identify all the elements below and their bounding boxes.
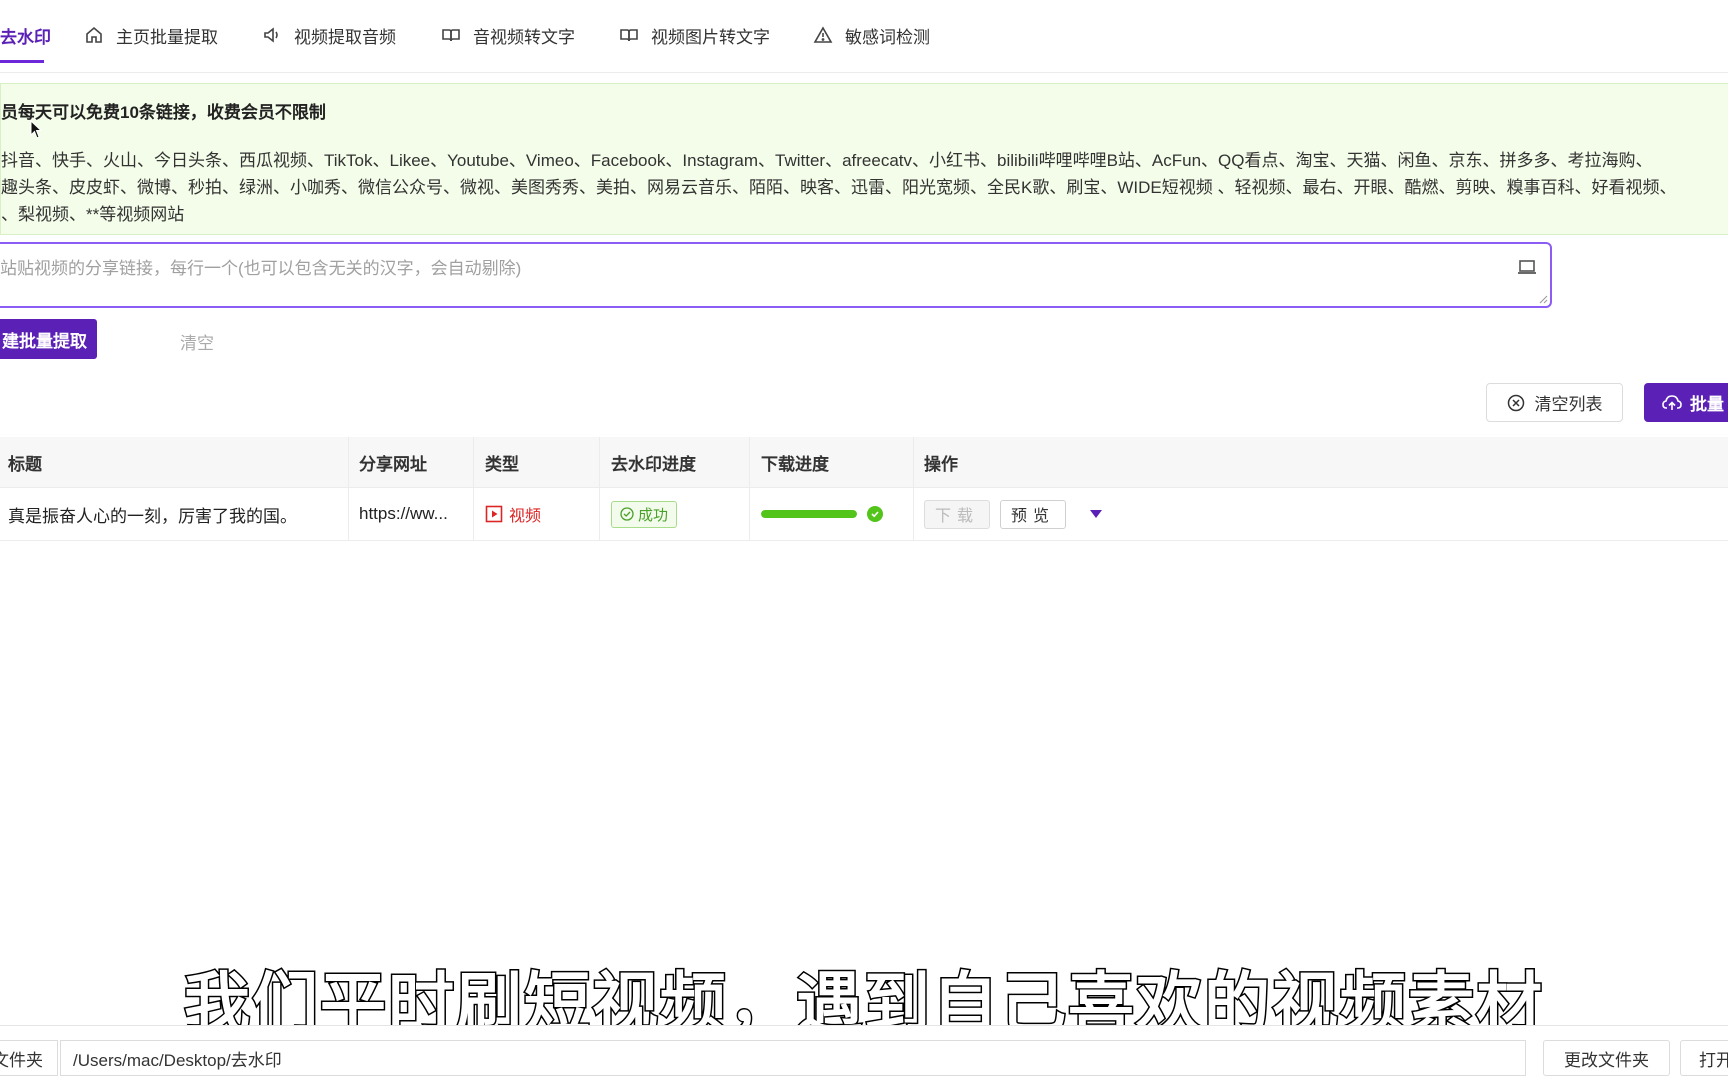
download-progress-fill [761, 510, 857, 518]
check-circle-icon [620, 507, 634, 521]
row-url[interactable]: https://ww... [359, 488, 469, 540]
type-label: 视频 [509, 508, 542, 525]
col-header-url: 分享网址 [359, 454, 427, 474]
tab-image-to-text[interactable]: 视频图片转文字 [619, 22, 770, 48]
status-label: 成功 [638, 506, 669, 524]
warning-icon [813, 26, 833, 43]
notice-line: 趣头条、皮皮虾、微博、秒拍、绿洲、小咖秀、微信公众号、微视、美图秀秀、美拍、网易… [1, 178, 1677, 197]
table-row: 真是振奋人心的一刻，厉害了我的国。 https://ww... 视频 成功 下载… [0, 488, 1728, 541]
clear-list-label: 清空列表 [1534, 395, 1603, 414]
home-icon [86, 26, 102, 43]
change-folder-button[interactable]: 更改文件夹 [1543, 1040, 1670, 1076]
table-header: 标题 分享网址 类型 去水印进度 下载进度 操作 [0, 437, 1728, 488]
preview-button[interactable]: 预览 [1000, 499, 1067, 529]
batch-extract-label: 建批量提取 [2, 331, 87, 351]
tab-homepage-batch[interactable]: 主页批量提取 [84, 22, 218, 48]
status-badge: 成功 [611, 500, 678, 528]
result-table: 标题 分享网址 类型 去水印进度 下载进度 操作 真是振奋人心的一刻，厉害了我的… [0, 437, 1728, 541]
clear-list-button[interactable]: 清空列表 [1486, 383, 1623, 422]
video-play-icon [485, 505, 503, 523]
batch-download-button[interactable]: 批量 [1644, 383, 1728, 422]
download-button-label: 下载 [935, 508, 980, 525]
folder-path-field[interactable]: /Users/mac/Desktop/去水印 [60, 1040, 1526, 1076]
active-tab-indicator [0, 60, 44, 63]
col-header-watermark-progress: 去水印进度 [611, 454, 696, 474]
type-badge: 视频 [485, 502, 541, 526]
row-title: 真是振奋人心的一刻，厉害了我的国。 [8, 506, 297, 526]
tab-av-to-text[interactable]: 音视频转文字 [441, 22, 575, 48]
tab-bar: 去水印 主页批量提取 视频提取音频 音视频转文字 视频图片转文字 敏感词检测 [0, 0, 1728, 73]
batch-label: 批量 [1690, 395, 1724, 414]
notice-line: 抖音、快手、火山、今日头条、西瓜视频、TikTok、Likee、Youtube、… [1, 151, 1653, 170]
footer-bar: 文件夹 /Users/mac/Desktop/去水印 更改文件夹 打开 [0, 1025, 1728, 1081]
col-header-actions: 操作 [924, 454, 958, 474]
link-input[interactable] [0, 244, 1500, 316]
row-type: 视频 [485, 488, 595, 540]
row-download-progress [761, 488, 901, 540]
close-circle-icon [1507, 394, 1524, 411]
tab-label: 主页批量提取 [116, 27, 218, 47]
tab-sensitive-words[interactable]: 敏感词检测 [813, 22, 930, 48]
preview-button-label: 预览 [1011, 508, 1056, 525]
mouse-cursor-icon [30, 120, 43, 139]
tab-label: 音视频转文字 [473, 27, 575, 47]
batch-extract-button[interactable]: 建批量提取 [0, 319, 97, 359]
link-input-box [0, 242, 1552, 316]
book-icon [620, 29, 638, 42]
col-header-download-progress: 下载进度 [761, 454, 829, 474]
more-actions-dropdown-icon[interactable] [1090, 510, 1103, 518]
notice-title: 员每天可以免费10条链接，收费会员不限制 [1, 103, 326, 122]
col-header-type: 类型 [485, 454, 519, 474]
folder-label: 文件夹 [0, 1040, 58, 1076]
laptop-icon[interactable] [1516, 256, 1538, 278]
download-button[interactable]: 下载 [924, 499, 991, 529]
tab-label: 敏感词检测 [845, 27, 930, 47]
row-actions: 下载 预览 [924, 488, 1164, 540]
tab-extract-audio[interactable]: 视频提取音频 [262, 22, 396, 48]
book-icon [442, 29, 460, 42]
supported-sites-notice: 员每天可以免费10条链接，收费会员不限制 抖音、快手、火山、今日头条、西瓜视频、… [0, 83, 1728, 235]
tab-label: 视频图片转文字 [651, 27, 770, 47]
tab-label: 视频提取音频 [294, 27, 396, 47]
col-header-title: 标题 [8, 454, 42, 474]
resize-grip-icon[interactable] [1538, 294, 1548, 304]
row-watermark-status: 成功 [611, 488, 741, 540]
cloud-upload-icon [1662, 394, 1682, 410]
speaker-icon [264, 27, 278, 43]
download-progress-bar [761, 510, 857, 518]
notice-line: 、梨视频、**等视频网站 [1, 205, 185, 224]
clear-input-button[interactable]: 清空 [180, 329, 214, 354]
tab-remove-watermark[interactable]: 去水印 [0, 22, 51, 48]
open-folder-button[interactable]: 打开 [1680, 1040, 1728, 1076]
tab-label: 去水印 [0, 27, 51, 47]
check-icon [867, 506, 883, 522]
